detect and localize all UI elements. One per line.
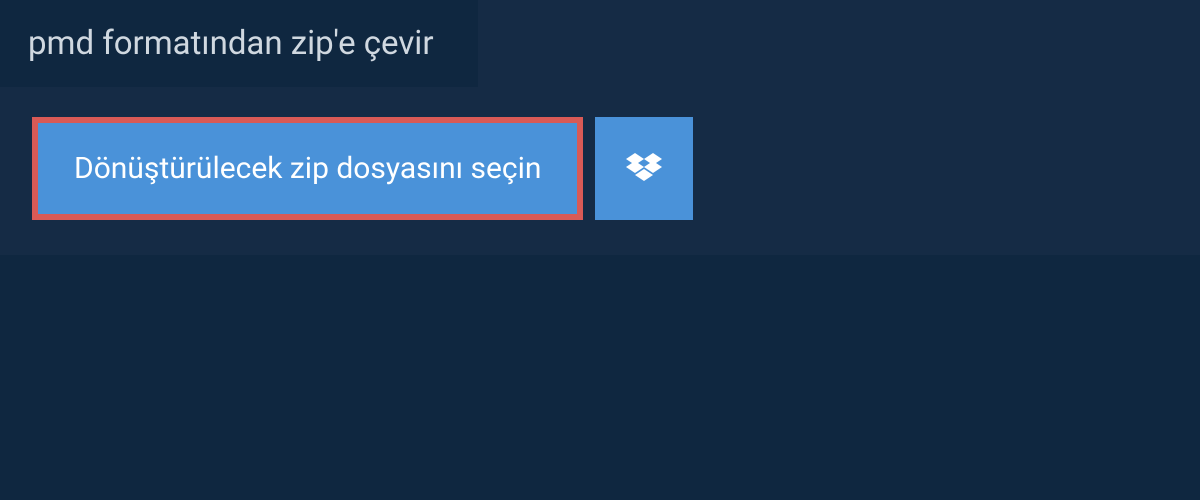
- page-title: pmd formatından zip'e çevir: [28, 24, 434, 63]
- file-select-button[interactable]: Dönüştürülecek zip dosyasını seçin: [32, 117, 583, 220]
- dropbox-icon: [626, 153, 662, 185]
- title-bar: pmd formatından zip'e çevir: [0, 0, 478, 87]
- file-select-label: Dönüştürülecek zip dosyasını seçin: [74, 151, 541, 186]
- button-row: Dönüştürülecek zip dosyasını seçin: [32, 117, 1200, 220]
- converter-panel: pmd formatından zip'e çevir Dönüştürülec…: [0, 0, 1200, 255]
- dropbox-button[interactable]: [595, 117, 693, 220]
